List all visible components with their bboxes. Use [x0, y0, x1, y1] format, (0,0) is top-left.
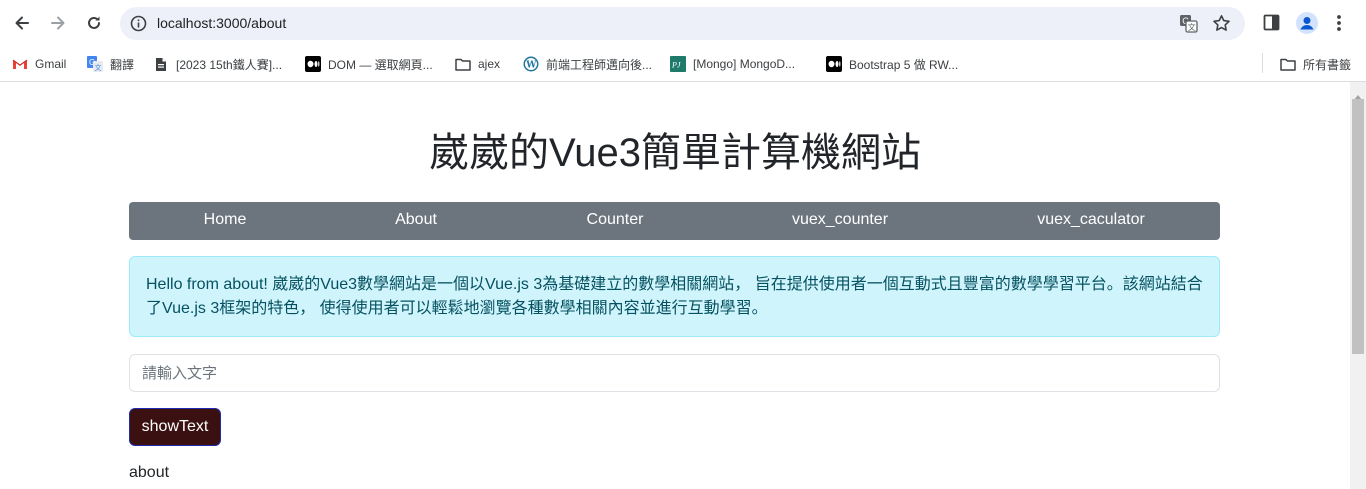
svg-text:W: W — [525, 61, 537, 71]
nav-link-counter[interactable]: Counter — [587, 211, 644, 229]
kebab-menu-icon[interactable] — [1336, 14, 1342, 37]
bookmark-frontend[interactable]: W 前端工程師邁向後... — [523, 54, 652, 74]
document-icon — [153, 56, 169, 72]
main-nav: Home About Counter vuex_counter vuex_cac… — [129, 202, 1220, 240]
reload-icon — [88, 16, 100, 29]
bookmark-mongo[interactable]: PJ [Mongo] MongoD... — [670, 54, 795, 74]
all-bookmarks-label: 所有書籤 — [1303, 57, 1352, 72]
wordpress-icon: W — [523, 56, 539, 72]
folder-icon — [1280, 56, 1296, 72]
bookmark-label: 翻譯 — [110, 57, 135, 72]
gmail-icon — [12, 56, 28, 72]
arrow-left-icon — [15, 16, 29, 30]
bookmark-label: Bootstrap 5 做 RW... — [849, 57, 959, 72]
profile-avatar-icon[interactable] — [1296, 12, 1318, 39]
bookmark-dom[interactable]: DOM — 選取網頁... — [305, 54, 433, 74]
bookmark-label: ajex — [478, 57, 501, 71]
bookmarks-divider — [1262, 53, 1263, 73]
bookmark-gmail[interactable]: Gmail — [12, 54, 66, 74]
bookmark-label: 前端工程師邁向後... — [546, 57, 653, 72]
forward-button[interactable] — [44, 9, 72, 37]
google-translate-icon: G 文 — [87, 56, 103, 72]
site-info-icon[interactable] — [130, 15, 147, 37]
url-text[interactable]: localhost:3000/about — [157, 15, 286, 31]
bookmark-star-icon[interactable] — [1212, 14, 1231, 38]
nav-link-vuex-caculator[interactable]: vuex_caculator — [1037, 211, 1145, 229]
browser-toolbar: localhost:3000/about G 文 — [0, 0, 1366, 47]
page-viewport: 崴崴的Vue3簡單計算機網站 Home About Counter vuex_c… — [0, 82, 1350, 489]
show-text-button[interactable]: showText — [129, 408, 221, 446]
back-button[interactable] — [8, 9, 36, 37]
all-bookmarks-button[interactable]: 所有書籤 — [1280, 54, 1351, 74]
svg-text:文: 文 — [1188, 22, 1196, 32]
bookmark-ironman[interactable]: [2023 15th鐵人賽]... — [153, 54, 282, 74]
svg-text:PJ: PJ — [671, 61, 681, 70]
page-title: 崴崴的Vue3簡單計算機網站 — [429, 131, 921, 175]
svg-text:文: 文 — [95, 63, 102, 72]
address-bar[interactable]: localhost:3000/about G 文 — [120, 7, 1245, 40]
about-description: Hello from about! 崴崴的Vue3數學網站是一個以Vue.js … — [146, 276, 1203, 317]
nav-link-vuex-counter[interactable]: vuex_counter — [792, 211, 888, 229]
bookmark-label: Gmail — [35, 57, 67, 71]
medium-icon — [826, 56, 842, 72]
text-input[interactable] — [129, 354, 1220, 392]
bookmark-label: [2023 15th鐵人賽]... — [176, 57, 283, 72]
bookmark-translate[interactable]: G 文 翻譯 — [87, 54, 134, 74]
bookmark-label: [Mongo] MongoD... — [693, 57, 796, 71]
translate-icon[interactable]: G 文 — [1179, 14, 1198, 38]
scrollbar-thumb[interactable] — [1352, 99, 1364, 354]
nav-link-about[interactable]: About — [395, 211, 437, 229]
bookmark-ajex-folder[interactable]: ajex — [455, 54, 500, 74]
pjchen-icon: PJ — [670, 56, 686, 72]
arrow-right-icon — [51, 16, 65, 30]
output-text: about — [129, 464, 170, 481]
medium-icon — [305, 56, 321, 72]
bookmarks-bar: Gmail G 文 翻譯 [2023 15th鐵人賽]... DOM — 選取網… — [0, 47, 1366, 82]
side-panel-icon[interactable] — [1263, 14, 1280, 36]
reload-button[interactable] — [80, 9, 108, 37]
about-alert: Hello from about! 崴崴的Vue3數學網站是一個以Vue.js … — [129, 256, 1220, 337]
bookmark-label: DOM — 選取網頁... — [328, 57, 433, 72]
vertical-scrollbar[interactable] — [1350, 82, 1366, 489]
bookmark-bootstrap[interactable]: Bootstrap 5 做 RW... — [826, 54, 958, 74]
nav-link-home[interactable]: Home — [204, 211, 247, 229]
folder-icon — [455, 56, 471, 72]
